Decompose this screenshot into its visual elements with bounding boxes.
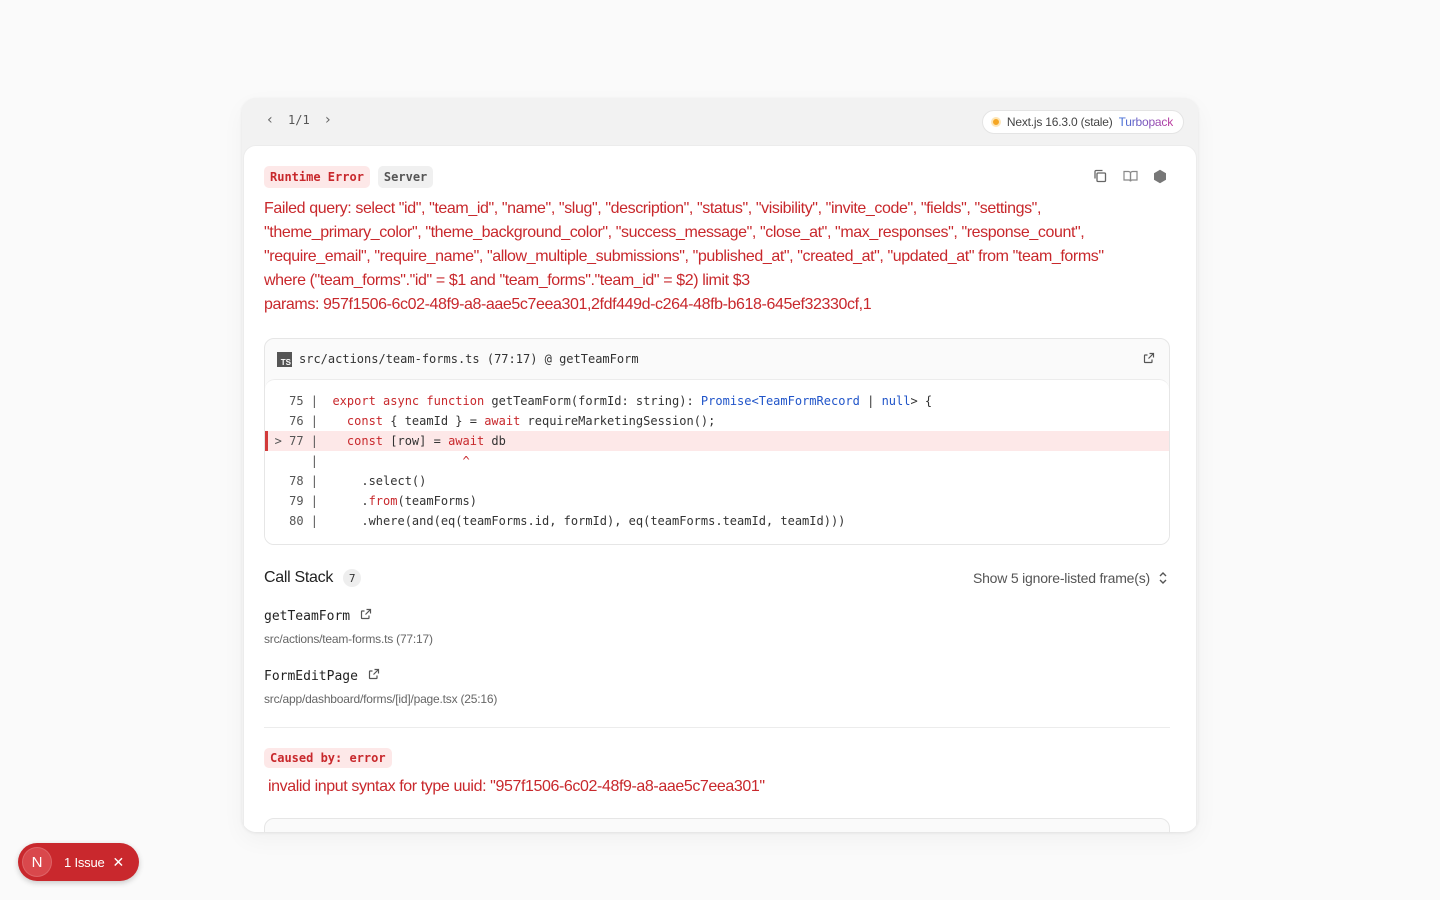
divider	[264, 727, 1170, 728]
stack-frame: getTeamForm src/actions/team-forms.ts (7…	[264, 608, 433, 647]
copy-icon[interactable]	[1092, 168, 1108, 184]
code-frame-file: src/actions/team-forms.ts (77:17) @ getT…	[299, 352, 639, 366]
overlay-topbar: ‹ 1/1 › Next.js 16.3.0 (stale) Turbopack	[242, 98, 1198, 146]
error-message: Failed query: select "id", "team_id", "n…	[264, 197, 1174, 317]
issues-indicator[interactable]: N 1 Issue ✕	[18, 843, 139, 881]
stack-frame-location: src/actions/team-forms.ts (77:17)	[264, 632, 433, 646]
chevron-up-down-icon	[1159, 572, 1167, 584]
error-message-line: params: 957f1506-6c02-48f9-a8-aae5c7eea3…	[264, 296, 872, 313]
version-badge[interactable]: Next.js 16.3.0 (stale) Turbopack	[981, 110, 1184, 134]
stack-frame-name: FormEditPage	[264, 668, 358, 684]
cause-code-frame	[264, 818, 1170, 832]
code-frame-body: 75 | export async function getTeamForm(f…	[265, 379, 1169, 544]
error-message-line: "theme_primary_color", "theme_background…	[264, 224, 1085, 241]
nextjs-logo-icon: N	[22, 847, 52, 877]
issues-count-label: 1 Issue	[64, 854, 105, 870]
show-ignored-frames-label: Show 5 ignore-listed frame(s)	[972, 570, 1150, 586]
version-label: Next.js 16.3.0 (stale)	[1006, 115, 1113, 129]
env-badge: Server	[377, 166, 434, 188]
show-ignored-frames-button[interactable]: Show 5 ignore-listed frame(s)	[973, 570, 1168, 586]
error-badges: Runtime Error Server	[264, 166, 434, 188]
error-pager: ‹ 1/1 ›	[264, 112, 334, 128]
docs-book-icon[interactable]	[1122, 168, 1138, 184]
stack-frame-location: src/app/dashboard/forms/[id]/page.tsx (2…	[264, 692, 498, 706]
typescript-icon: TS	[277, 351, 292, 367]
code-line-error: > 77 | const [row] = await db	[265, 431, 1169, 451]
call-stack-title: Call Stack	[264, 569, 334, 586]
code-frame-header: TS src/actions/team-forms.ts (77:17) @ g…	[265, 339, 1169, 379]
call-stack-count: 7	[343, 569, 362, 587]
caused-by-badge: Caused by: error	[264, 748, 392, 768]
error-actions	[1092, 168, 1168, 184]
stack-frame: FormEditPage src/app/dashboard/forms/[id…	[264, 668, 498, 707]
code-line: 76 | const { teamId } = await requireMar…	[289, 414, 716, 428]
nodejs-inspector-icon[interactable]	[1152, 168, 1168, 184]
code-line: 75 | export async function getTeamForm(f…	[289, 394, 933, 408]
open-in-editor-icon[interactable]	[360, 608, 372, 624]
cause-message: invalid input syntax for type uuid: "957…	[268, 778, 765, 795]
close-icon[interactable]: ✕	[113, 854, 125, 871]
code-line: 79 | .from(teamForms)	[289, 494, 477, 508]
error-overlay: ‹ 1/1 › Next.js 16.3.0 (stale) Turbopack…	[242, 98, 1198, 832]
bundler-label: Turbopack	[1118, 115, 1174, 129]
code-line: 80 | .where(and(eq(teamForms.id, formId)…	[289, 514, 846, 528]
error-type-badge: Runtime Error	[264, 166, 370, 188]
open-in-editor-icon[interactable]	[368, 668, 380, 684]
error-message-line: "require_email", "require_name", "allow_…	[264, 248, 1104, 265]
prev-error-button[interactable]: ‹	[264, 112, 276, 128]
stale-status-icon	[990, 117, 1001, 127]
error-message-line: Failed query: select "id", "team_id", "n…	[264, 200, 1042, 217]
code-line: 78 | .select()	[289, 474, 427, 488]
error-card: Runtime Error Server Failed query: selec…	[244, 146, 1196, 832]
call-stack-header: Call Stack 7	[264, 569, 362, 587]
pager-label: 1/1	[288, 113, 310, 127]
next-error-button[interactable]: ›	[322, 112, 334, 128]
open-in-editor-icon[interactable]	[1143, 352, 1155, 367]
code-line-caret: | ^	[310, 454, 470, 468]
stack-frame-name: getTeamForm	[264, 608, 351, 624]
code-frame: TS src/actions/team-forms.ts (77:17) @ g…	[264, 338, 1170, 545]
error-message-line: where ("team_forms"."id" = $1 and "team_…	[264, 272, 750, 289]
